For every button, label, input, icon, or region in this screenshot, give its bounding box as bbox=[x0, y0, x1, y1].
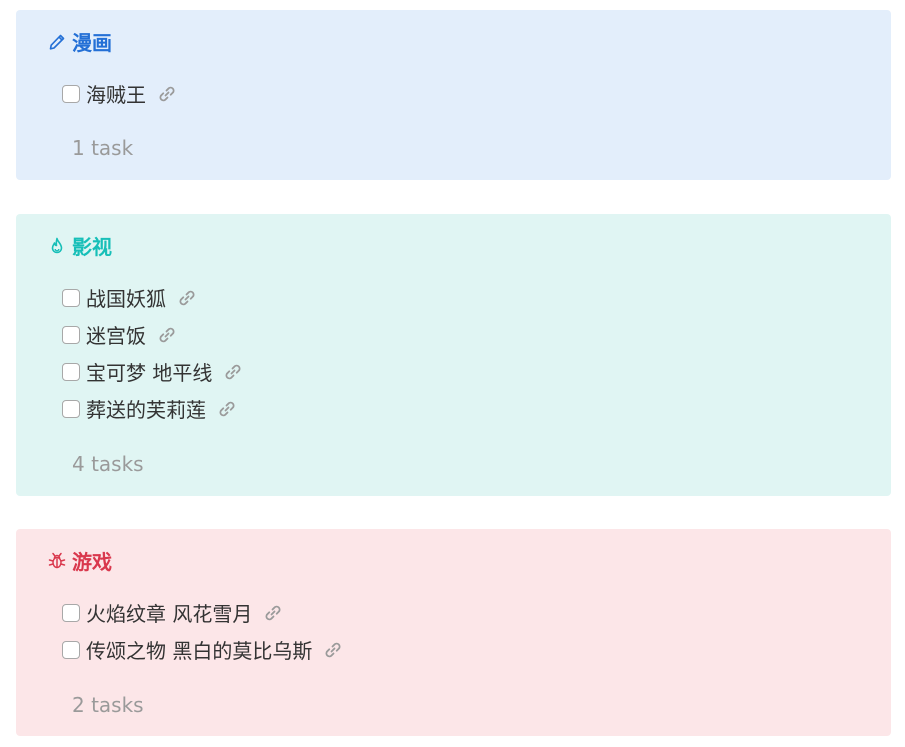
link-icon[interactable] bbox=[176, 287, 198, 309]
link-icon[interactable] bbox=[222, 361, 244, 383]
task-item[interactable]: 迷宫饭 bbox=[62, 316, 244, 353]
group-title: 漫画 bbox=[72, 31, 112, 55]
group-title: 游戏 bbox=[72, 550, 112, 574]
task-checkbox[interactable] bbox=[62, 84, 80, 103]
link-icon[interactable] bbox=[322, 639, 344, 661]
task-item[interactable]: 海贼王 bbox=[62, 75, 178, 112]
task-item[interactable]: 传颂之物 黑白的莫比乌斯 bbox=[62, 631, 344, 668]
group-header[interactable]: 游戏 bbox=[46, 546, 112, 575]
group-title: 影视 bbox=[72, 235, 112, 259]
group-games: 游戏 火焰纹章 风花雪月 传颂之物 黑白的莫比乌斯 2 tasks bbox=[16, 529, 891, 736]
task-label: 海贼王 bbox=[86, 83, 146, 107]
task-item[interactable]: 火焰纹章 风花雪月 bbox=[62, 594, 344, 631]
link-icon[interactable] bbox=[156, 324, 178, 346]
flame-icon bbox=[46, 235, 68, 257]
task-count: 4 tasks bbox=[72, 452, 144, 476]
task-item[interactable]: 葬送的芙莉莲 bbox=[62, 390, 244, 427]
task-checkbox[interactable] bbox=[62, 399, 80, 418]
task-label: 迷宫饭 bbox=[86, 324, 146, 348]
group-header[interactable]: 漫画 bbox=[46, 27, 112, 56]
task-count: 2 tasks bbox=[72, 693, 144, 717]
task-count: 1 task bbox=[72, 136, 134, 160]
task-label: 宝可梦 地平线 bbox=[86, 361, 213, 385]
task-checkbox[interactable] bbox=[62, 362, 80, 381]
link-icon[interactable] bbox=[216, 398, 238, 420]
group-film: 影视 战国妖狐 迷宫饭 宝可梦 地平线 葬送的芙莉莲 4 tasks bbox=[16, 214, 891, 496]
task-item[interactable]: 战国妖狐 bbox=[62, 279, 244, 316]
task-item[interactable]: 宝可梦 地平线 bbox=[62, 353, 244, 390]
task-board: 漫画 海贼王 1 task 影视 战国妖狐 迷宫饭 宝可梦 地平线 葬送的芙莉莲… bbox=[0, 0, 905, 747]
pencil-icon bbox=[46, 31, 68, 53]
task-label: 火焰纹章 风花雪月 bbox=[86, 602, 253, 626]
task-label: 葬送的芙莉莲 bbox=[86, 398, 206, 422]
task-label: 战国妖狐 bbox=[86, 287, 166, 311]
link-icon[interactable] bbox=[262, 602, 284, 624]
link-icon[interactable] bbox=[156, 83, 178, 105]
task-checkbox[interactable] bbox=[62, 640, 80, 659]
group-header[interactable]: 影视 bbox=[46, 231, 112, 260]
task-checkbox[interactable] bbox=[62, 288, 80, 307]
bug-icon bbox=[46, 550, 68, 572]
task-checkbox[interactable] bbox=[62, 325, 80, 344]
task-label: 传颂之物 黑白的莫比乌斯 bbox=[86, 639, 313, 663]
task-checkbox[interactable] bbox=[62, 603, 80, 622]
group-manga: 漫画 海贼王 1 task bbox=[16, 10, 891, 180]
